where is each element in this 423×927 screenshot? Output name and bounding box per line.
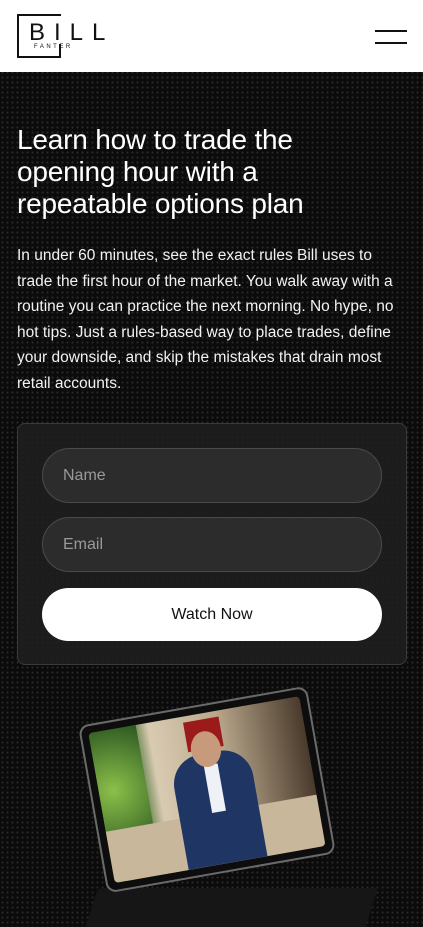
hamburger-menu-icon[interactable] [375, 30, 407, 44]
email-input[interactable] [42, 517, 382, 572]
site-header: BILL FANTER [0, 0, 423, 72]
tablet-image [78, 685, 336, 894]
name-input[interactable] [42, 448, 382, 503]
presenter-photo [88, 696, 326, 883]
signup-form: Watch Now [17, 423, 407, 665]
page-title: Learn how to trade the opening hour with… [17, 124, 304, 219]
watch-now-button[interactable]: Watch Now [42, 588, 382, 641]
logo-subtitle: FANTER [34, 44, 73, 50]
keyboard-image [81, 888, 379, 927]
tablet-video-preview [70, 685, 390, 927]
bill-fanter-logo[interactable]: BILL FANTER [17, 14, 109, 58]
logo-wordmark: BILL [29, 19, 115, 46]
menu-line-bottom [375, 42, 407, 44]
hero-description: In under 60 minutes, see the exact rules… [17, 247, 394, 392]
menu-line-top [375, 30, 407, 32]
